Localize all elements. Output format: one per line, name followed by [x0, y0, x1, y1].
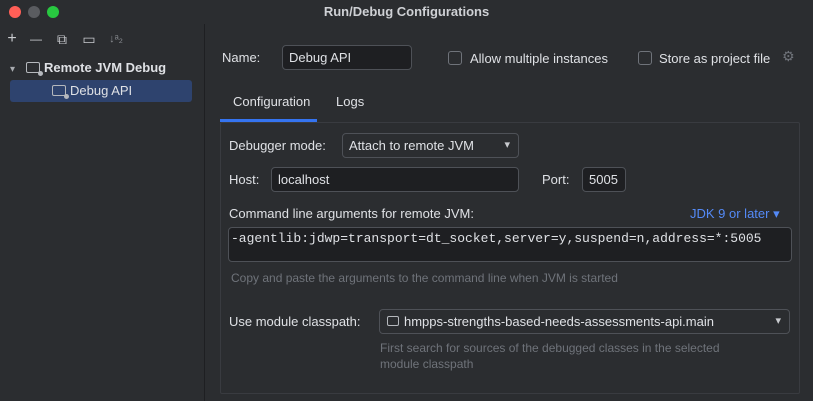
- debugger-mode-dropdown[interactable]: Attach to remote JVM ▾: [342, 133, 519, 158]
- host-label: Host:: [229, 172, 260, 187]
- new-folder-icon[interactable]: ▭: [79, 28, 99, 50]
- sort-icon[interactable]: ↓ᵃ₂: [106, 28, 126, 50]
- module-hint-line-1: First search for sources of the debugged…: [380, 341, 720, 355]
- name-input[interactable]: Debug API: [282, 45, 412, 70]
- add-icon[interactable]: +: [2, 28, 22, 50]
- module-icon: [387, 316, 399, 326]
- chevron-down-icon: ▾: [773, 206, 780, 221]
- window-title: Run/Debug Configurations: [323, 4, 490, 19]
- title-bar: Run/Debug Configurations: [0, 0, 813, 24]
- port-label: Port:: [542, 172, 570, 187]
- host-input[interactable]: localhost: [271, 167, 519, 192]
- tree-item-debug-api[interactable]: Debug API: [10, 80, 192, 102]
- debugger-mode-label: Debugger mode:: [229, 138, 326, 153]
- tree-item-remote-jvm-debug[interactable]: ▾ Remote JVM Debug: [10, 57, 200, 79]
- chevron-down-icon: ▾: [775, 315, 781, 327]
- chevron-down-icon[interactable]: ▾: [10, 59, 26, 81]
- tab-configuration[interactable]: Configuration: [233, 94, 310, 116]
- allow-multiple-label: Allow multiple instances: [470, 51, 609, 66]
- jdk-version-link[interactable]: JDK 9 or later ▾: [690, 206, 780, 222]
- tab-logs[interactable]: Logs: [336, 94, 364, 116]
- debugger-mode-value: Attach to remote JVM: [349, 138, 474, 153]
- cmd-args-hint: Copy and paste the arguments to the comm…: [231, 271, 618, 285]
- module-hint-line-2: module classpath: [380, 357, 474, 371]
- tree-item-label: Remote JVM Debug: [44, 60, 167, 75]
- remote-debug-icon: [26, 62, 43, 76]
- tree-item-label: Debug API: [70, 83, 133, 98]
- allow-multiple-checkbox[interactable]: [448, 51, 462, 65]
- port-input[interactable]: 5005: [582, 167, 626, 192]
- configurations-sidebar: + — ⧉ ▭ ↓ᵃ₂ ▾ Remote JVM Debug Debug API: [0, 24, 205, 401]
- module-classpath-value: hmpps-strengths-based-needs-assessments-…: [404, 314, 714, 329]
- copy-icon[interactable]: ⧉: [52, 28, 72, 50]
- name-label: Name:: [222, 50, 261, 65]
- module-classpath-dropdown[interactable]: hmpps-strengths-based-needs-assessments-…: [379, 309, 790, 334]
- module-classpath-label: Use module classpath:: [229, 314, 361, 329]
- jdk-version-label: JDK 9 or later: [690, 206, 770, 221]
- remote-debug-icon: [52, 85, 69, 99]
- remove-icon[interactable]: —: [26, 28, 46, 50]
- gear-icon[interactable]: ⚙: [782, 48, 795, 65]
- store-project-label: Store as project file: [659, 51, 771, 66]
- sidebar-toolbar: + — ⧉ ▭ ↓ᵃ₂: [0, 28, 205, 50]
- configuration-editor: Name: Debug API Allow multiple instances…: [206, 24, 813, 401]
- chevron-down-icon: ▾: [504, 139, 510, 151]
- cmd-args-label: Command line arguments for remote JVM:: [229, 206, 474, 221]
- cmd-args-field[interactable]: -agentlib:jdwp=transport=dt_socket,serve…: [228, 227, 792, 262]
- store-project-checkbox[interactable]: [638, 51, 652, 65]
